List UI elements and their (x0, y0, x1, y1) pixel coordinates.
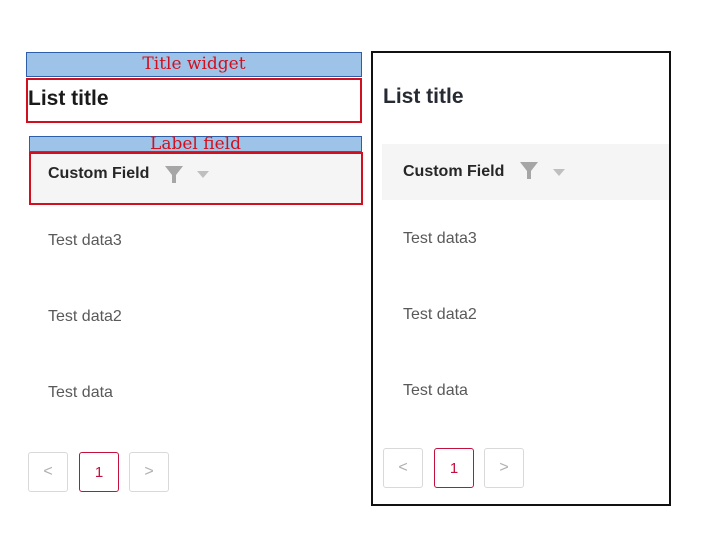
page-number: 1 (94, 463, 104, 481)
list-title: List title (383, 85, 464, 108)
list-title: List title (28, 87, 109, 110)
table-row: Test data (403, 382, 468, 399)
label-field-annotation: Label field (29, 136, 362, 153)
table-row: Test data2 (48, 308, 122, 325)
chevron-right-icon: > (144, 463, 154, 480)
filter-icon[interactable] (164, 165, 184, 185)
table-row: Test data3 (403, 230, 477, 247)
chevron-left-icon: < (398, 459, 408, 476)
table-row: Test data (48, 384, 113, 401)
filter-icon[interactable] (519, 161, 539, 181)
chevron-right-icon: > (499, 459, 509, 476)
chevron-left-icon: < (43, 463, 53, 480)
pagination-page-button[interactable]: 1 (434, 448, 474, 488)
table-row: Test data2 (403, 306, 477, 323)
title-widget-annotation: Title widget (26, 52, 362, 77)
canvas: Title widget List title Label field Cust… (0, 0, 709, 543)
column-header-label: Custom Field (403, 163, 505, 180)
pagination-next-button[interactable]: > (129, 452, 169, 492)
pagination-prev-button[interactable]: < (383, 448, 423, 488)
pagination-prev-button[interactable]: < (28, 452, 68, 492)
pagination-next-button[interactable]: > (484, 448, 524, 488)
rendered-list-panel: List title Custom Field Test data3 Test … (371, 51, 671, 506)
table-row: Test data3 (48, 232, 122, 249)
column-header-label: Custom Field (48, 165, 150, 182)
caret-down-icon[interactable] (552, 168, 566, 177)
page-number: 1 (449, 459, 459, 477)
pagination-page-button[interactable]: 1 (79, 452, 119, 492)
caret-down-icon[interactable] (196, 170, 210, 179)
